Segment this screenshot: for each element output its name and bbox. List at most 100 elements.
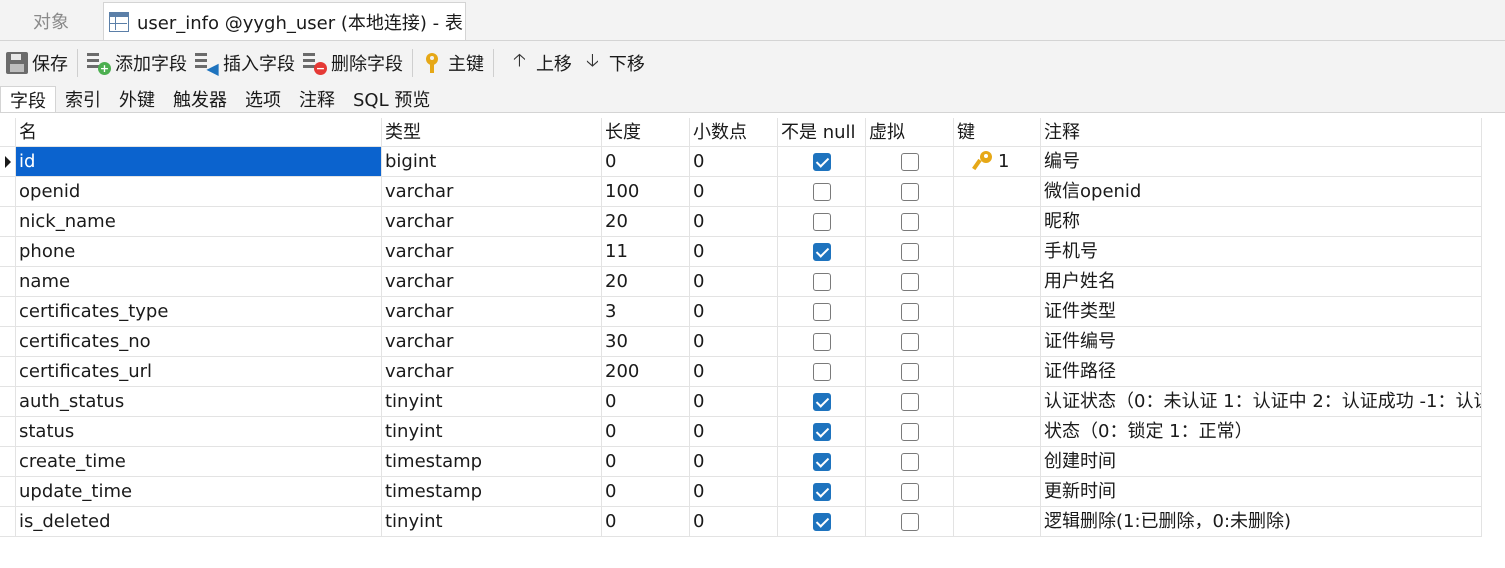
field-key-cell[interactable]: 1: [954, 147, 1041, 177]
field-key-cell[interactable]: [954, 477, 1041, 507]
table-row[interactable]: certificates_type varchar 3 0 证件类型: [0, 297, 1482, 327]
not-null-checkbox[interactable]: [812, 332, 831, 351]
field-comment-cell[interactable]: 更新时间: [1041, 477, 1482, 507]
table-row[interactable]: auth_status tinyint 0 0 认证状态（0：未认证 1：认证中 2：认…: [0, 387, 1482, 417]
not-null-checkbox[interactable]: [812, 242, 831, 261]
field-type-cell[interactable]: tinyint: [382, 387, 602, 417]
add-field-button[interactable]: + 添加字段: [87, 47, 187, 79]
field-length-cell[interactable]: 100: [602, 177, 690, 207]
virtual-checkbox[interactable]: [900, 422, 919, 441]
field-comment-cell[interactable]: 证件类型: [1041, 297, 1482, 327]
not-null-checkbox[interactable]: [812, 422, 831, 441]
field-decimals-cell[interactable]: 0: [690, 387, 778, 417]
field-name-cell[interactable]: update_time: [16, 477, 382, 507]
field-type-cell[interactable]: varchar: [382, 297, 602, 327]
virtual-checkbox[interactable]: [900, 272, 919, 291]
table-row[interactable]: certificates_no varchar 30 0 证件编号: [0, 327, 1482, 357]
field-comment-cell[interactable]: 昵称: [1041, 207, 1482, 237]
header-comment[interactable]: 注释: [1041, 118, 1482, 147]
field-name-cell[interactable]: certificates_no: [16, 327, 382, 357]
field-name-cell[interactable]: certificates_type: [16, 297, 382, 327]
field-comment-cell[interactable]: 手机号: [1041, 237, 1482, 267]
field-comment-cell[interactable]: 逻辑删除(1:已删除，0:未删除): [1041, 507, 1482, 537]
field-type-cell[interactable]: timestamp: [382, 447, 602, 477]
not-null-checkbox[interactable]: [812, 152, 831, 171]
field-name-cell[interactable]: name: [16, 267, 382, 297]
virtual-checkbox[interactable]: [900, 152, 919, 171]
virtual-checkbox[interactable]: [900, 482, 919, 501]
field-key-cell[interactable]: [954, 447, 1041, 477]
primary-key-button[interactable]: 主键: [422, 47, 484, 79]
virtual-checkbox[interactable]: [900, 302, 919, 321]
field-name-cell[interactable]: openid: [16, 177, 382, 207]
field-type-cell[interactable]: varchar: [382, 357, 602, 387]
not-null-checkbox[interactable]: [812, 362, 831, 381]
field-name-cell[interactable]: certificates_url: [16, 357, 382, 387]
table-row[interactable]: openid varchar 100 0 微信openid: [0, 177, 1482, 207]
field-length-cell[interactable]: 20: [602, 267, 690, 297]
header-name[interactable]: 名: [16, 118, 382, 147]
tab-table-design[interactable]: user_info @yygh_user (本地连接) - 表: [103, 2, 466, 40]
field-type-cell[interactable]: timestamp: [382, 477, 602, 507]
subtab-triggers[interactable]: 触发器: [164, 86, 236, 112]
field-key-cell[interactable]: [954, 207, 1041, 237]
virtual-checkbox[interactable]: [900, 332, 919, 351]
table-row[interactable]: nick_name varchar 20 0 昵称: [0, 207, 1482, 237]
field-name-cell[interactable]: nick_name: [16, 207, 382, 237]
field-type-cell[interactable]: varchar: [382, 237, 602, 267]
field-key-cell[interactable]: [954, 267, 1041, 297]
field-decimals-cell[interactable]: 0: [690, 237, 778, 267]
not-null-checkbox[interactable]: [812, 482, 831, 501]
tab-objects[interactable]: 对象: [0, 2, 102, 40]
field-decimals-cell[interactable]: 0: [690, 417, 778, 447]
save-button[interactable]: 保存: [0, 47, 68, 79]
header-not-null[interactable]: 不是 null: [778, 118, 866, 147]
subtab-indexes[interactable]: 索引: [56, 86, 110, 112]
virtual-checkbox[interactable]: [900, 362, 919, 381]
field-key-cell[interactable]: [954, 387, 1041, 417]
field-name-cell[interactable]: auth_status: [16, 387, 382, 417]
field-name-cell[interactable]: create_time: [16, 447, 382, 477]
header-key[interactable]: 键: [954, 118, 1041, 147]
field-length-cell[interactable]: 20: [602, 207, 690, 237]
field-key-cell[interactable]: [954, 297, 1041, 327]
field-type-cell[interactable]: tinyint: [382, 507, 602, 537]
table-row[interactable]: create_time timestamp 0 0 创建时间: [0, 447, 1482, 477]
field-key-cell[interactable]: [954, 357, 1041, 387]
table-row[interactable]: status tinyint 0 0 状态（0：锁定 1：正常）: [0, 417, 1482, 447]
not-null-checkbox[interactable]: [812, 392, 831, 411]
field-comment-cell[interactable]: 创建时间: [1041, 447, 1482, 477]
virtual-checkbox[interactable]: [900, 512, 919, 531]
move-down-button[interactable]: 🡣 下移: [576, 47, 645, 79]
field-type-cell[interactable]: bigint: [382, 147, 602, 177]
table-row[interactable]: name varchar 20 0 用户姓名: [0, 267, 1482, 297]
field-length-cell[interactable]: 30: [602, 327, 690, 357]
field-type-cell[interactable]: varchar: [382, 327, 602, 357]
field-name-cell[interactable]: phone: [16, 237, 382, 267]
field-length-cell[interactable]: 0: [602, 147, 690, 177]
field-comment-cell[interactable]: 证件路径: [1041, 357, 1482, 387]
header-type[interactable]: 类型: [382, 118, 602, 147]
delete-field-button[interactable]: − 删除字段: [303, 47, 403, 79]
not-null-checkbox[interactable]: [812, 182, 831, 201]
field-length-cell[interactable]: 200: [602, 357, 690, 387]
field-comment-cell[interactable]: 编号: [1041, 147, 1482, 177]
field-decimals-cell[interactable]: 0: [690, 507, 778, 537]
field-comment-cell[interactable]: 状态（0：锁定 1：正常）: [1041, 417, 1482, 447]
field-key-cell[interactable]: [954, 507, 1041, 537]
field-length-cell[interactable]: 0: [602, 477, 690, 507]
insert-field-button[interactable]: ◀ 插入字段: [195, 47, 295, 79]
table-row[interactable]: phone varchar 11 0 手机号: [0, 237, 1482, 267]
table-row[interactable]: certificates_url varchar 200 0 证件路径: [0, 357, 1482, 387]
field-length-cell[interactable]: 0: [602, 507, 690, 537]
field-length-cell[interactable]: 0: [602, 447, 690, 477]
subtab-sql-preview[interactable]: SQL 预览: [344, 86, 439, 112]
subtab-foreign-keys[interactable]: 外键: [110, 86, 164, 112]
field-type-cell[interactable]: varchar: [382, 267, 602, 297]
field-key-cell[interactable]: [954, 327, 1041, 357]
subtab-comment[interactable]: 注释: [290, 86, 344, 112]
field-decimals-cell[interactable]: 0: [690, 147, 778, 177]
field-comment-cell[interactable]: 用户姓名: [1041, 267, 1482, 297]
not-null-checkbox[interactable]: [812, 512, 831, 531]
field-comment-cell[interactable]: 证件编号: [1041, 327, 1482, 357]
